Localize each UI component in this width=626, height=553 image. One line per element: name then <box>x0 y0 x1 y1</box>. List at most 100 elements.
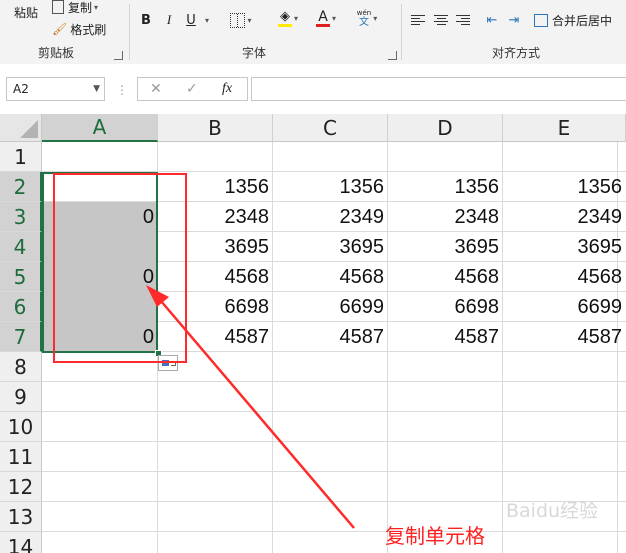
row-header-7[interactable]: 7 <box>0 322 42 352</box>
align-right-button[interactable] <box>453 9 473 31</box>
copy-dropdown-icon[interactable]: ▾ <box>94 3 98 12</box>
row-header-12[interactable]: 12 <box>0 472 42 502</box>
cell-d12[interactable] <box>388 472 503 502</box>
cell-c14[interactable] <box>273 532 388 553</box>
select-all-button[interactable] <box>0 114 42 142</box>
cell-e6[interactable]: 6699 <box>503 292 626 322</box>
row-header-6[interactable]: 6 <box>0 292 42 322</box>
cell-e1[interactable] <box>503 142 626 172</box>
column-header-b[interactable]: B <box>158 114 273 142</box>
cell-c8[interactable] <box>273 352 388 382</box>
cell-d3[interactable]: 2348 <box>388 202 503 232</box>
cell-b13[interactable] <box>158 502 273 532</box>
cell-a9[interactable] <box>42 382 158 412</box>
row-header-9[interactable]: 9 <box>0 382 42 412</box>
cell-e5[interactable]: 4568 <box>503 262 626 292</box>
column-header-e[interactable]: E <box>503 114 626 142</box>
cell-e3[interactable]: 2349 <box>503 202 626 232</box>
cell-e11[interactable] <box>503 442 626 472</box>
format-painter-button[interactable]: 🖌 格式刷 <box>52 18 118 40</box>
cell-c2[interactable]: 1356 <box>273 172 388 202</box>
row-header-4[interactable]: 4 <box>0 232 42 262</box>
row-header-13[interactable]: 13 <box>0 502 42 532</box>
insert-function-icon[interactable]: fx <box>222 81 232 97</box>
cell-c1[interactable] <box>273 142 388 172</box>
cell-a11[interactable] <box>42 442 158 472</box>
cell-e4[interactable]: 3695 <box>503 232 626 262</box>
cell-c13[interactable] <box>273 502 388 532</box>
cell-c10[interactable] <box>273 412 388 442</box>
italic-button[interactable]: I <box>160 9 178 31</box>
underline-dropdown-icon[interactable]: ▾ <box>200 9 212 31</box>
row-header-3[interactable]: 3 <box>0 202 42 232</box>
cell-c12[interactable] <box>273 472 388 502</box>
cell-e2[interactable]: 1356 <box>503 172 626 202</box>
cell-b12[interactable] <box>158 472 273 502</box>
cell-a10[interactable] <box>42 412 158 442</box>
cell-e7[interactable]: 4587 <box>503 322 626 352</box>
clipboard-launcher-icon[interactable] <box>114 51 123 60</box>
cell-d2[interactable]: 1356 <box>388 172 503 202</box>
row-header-11[interactable]: 11 <box>0 442 42 472</box>
cell-d8[interactable] <box>388 352 503 382</box>
font-color-button[interactable]: A ▾ <box>310 7 342 29</box>
increase-indent-button[interactable]: ⇥ <box>504 9 524 31</box>
phonetic-button[interactable]: wén 文 ▾ <box>352 7 382 29</box>
cell-a13[interactable] <box>42 502 158 532</box>
enter-icon[interactable]: ✓ <box>186 81 198 97</box>
font-launcher-icon[interactable] <box>388 51 397 60</box>
merge-center-button[interactable]: 合并后居中 <box>534 9 624 31</box>
paste-button[interactable]: 粘贴 <box>6 2 46 22</box>
name-box[interactable]: A2 ▼ <box>6 77 105 101</box>
cell-c9[interactable] <box>273 382 388 412</box>
cell-d1[interactable] <box>388 142 503 172</box>
cell-e9[interactable] <box>503 382 626 412</box>
cell-d9[interactable] <box>388 382 503 412</box>
align-center-button[interactable] <box>431 9 451 31</box>
name-box-dropdown-icon[interactable]: ▼ <box>93 84 100 94</box>
cell-e10[interactable] <box>503 412 626 442</box>
cell-e8[interactable] <box>503 352 626 382</box>
fill-color-button[interactable]: ◈ ▾ <box>272 7 304 29</box>
cell-b14[interactable] <box>158 532 273 553</box>
cell-d7[interactable]: 4587 <box>388 322 503 352</box>
cell-b10[interactable] <box>158 412 273 442</box>
cell-c3[interactable]: 2349 <box>273 202 388 232</box>
cell-c7[interactable]: 4587 <box>273 322 388 352</box>
row-header-5[interactable]: 5 <box>0 262 42 292</box>
cell-d5[interactable]: 4568 <box>388 262 503 292</box>
cell-a12[interactable] <box>42 472 158 502</box>
column-header-a[interactable]: A <box>42 114 158 142</box>
cell-d10[interactable] <box>388 412 503 442</box>
row-header-14[interactable]: 14 <box>0 532 42 553</box>
row-header-2[interactable]: 2 <box>0 172 42 202</box>
row-header-8[interactable]: 8 <box>0 352 42 382</box>
border-button[interactable]: ▾ <box>224 9 258 31</box>
bold-button[interactable]: B <box>137 9 155 31</box>
cell-b11[interactable] <box>158 442 273 472</box>
copy-button[interactable]: 复制 ▾ <box>52 0 118 18</box>
cell-d4[interactable]: 3695 <box>388 232 503 262</box>
formula-input[interactable] <box>251 77 626 101</box>
row-header-10[interactable]: 10 <box>0 412 42 442</box>
cell-e14[interactable] <box>503 532 626 553</box>
row-header-1[interactable]: 1 <box>0 142 42 172</box>
cancel-icon[interactable]: ✕ <box>150 81 162 97</box>
underline-button[interactable]: U <box>182 9 200 31</box>
column-header-d[interactable]: D <box>388 114 503 142</box>
cell-d6[interactable]: 6698 <box>388 292 503 322</box>
formula-bar-grip-icon[interactable]: ⋮ <box>116 83 128 97</box>
alignment-group-label: 对齐方式 <box>492 46 541 60</box>
cell-c4[interactable]: 3695 <box>273 232 388 262</box>
cell-a1[interactable] <box>42 142 158 172</box>
align-left-button[interactable] <box>408 9 428 31</box>
cell-b1[interactable] <box>158 142 273 172</box>
cell-d11[interactable] <box>388 442 503 472</box>
cell-b9[interactable] <box>158 382 273 412</box>
column-header-c[interactable]: C <box>273 114 388 142</box>
cell-c5[interactable]: 4568 <box>273 262 388 292</box>
cell-c6[interactable]: 6699 <box>273 292 388 322</box>
cell-c11[interactable] <box>273 442 388 472</box>
decrease-indent-button[interactable]: ⇤ <box>482 9 502 31</box>
cell-a14[interactable] <box>42 532 158 553</box>
